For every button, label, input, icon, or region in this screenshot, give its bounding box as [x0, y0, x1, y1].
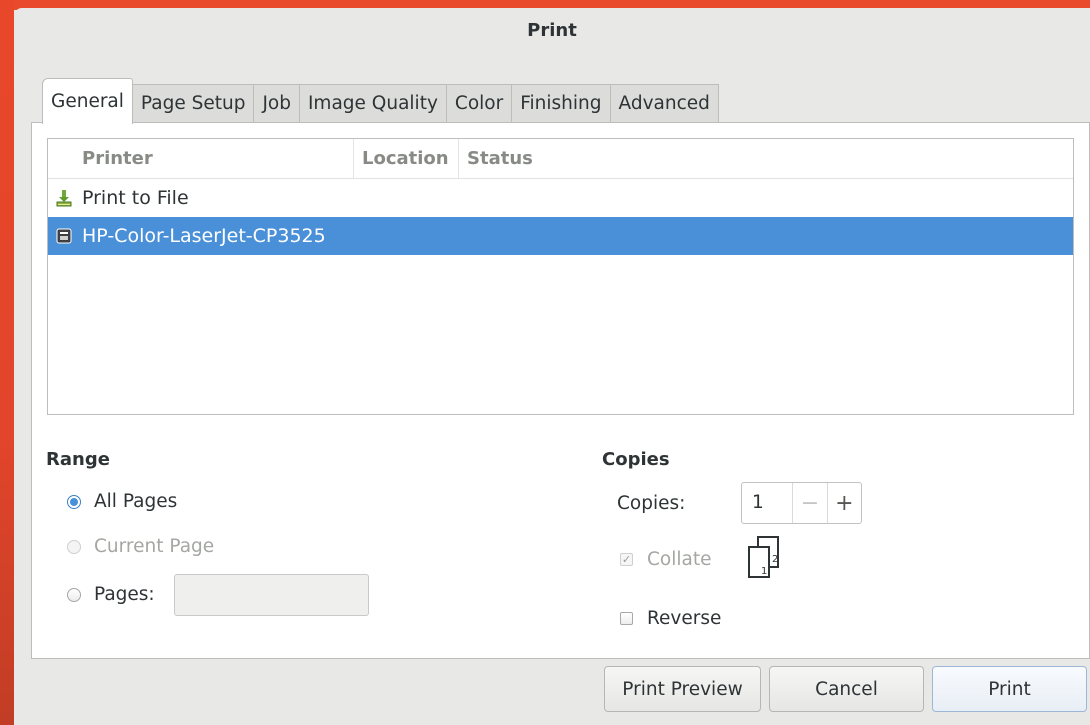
column-header-status[interactable]: Status [459, 139, 1073, 178]
printer-icon [48, 217, 80, 255]
tab-color[interactable]: Color [446, 84, 513, 124]
pages-input[interactable] [174, 574, 369, 616]
copies-label: Copies: [617, 493, 686, 514]
printer-list[interactable]: Printer Location Status Print to File HP… [47, 138, 1074, 415]
reverse-label: Reverse [647, 608, 722, 629]
tab-job[interactable]: Job [254, 84, 300, 124]
radio-button[interactable] [67, 539, 81, 554]
print-to-file-icon [48, 179, 80, 217]
reverse-checkbox-row[interactable]: Reverse [620, 608, 721, 629]
collate-page-1: 1 [761, 566, 767, 577]
collate-icon: 2 1 [747, 535, 787, 584]
tab-general[interactable]: General [42, 78, 133, 124]
printer-list-header: Printer Location Status [48, 139, 1073, 179]
copies-value[interactable]: 1 [742, 483, 792, 523]
column-header-location[interactable]: Location [354, 139, 459, 178]
collate-checkbox[interactable]: ✓ [620, 553, 633, 566]
radio-pages[interactable]: Pages: [67, 584, 155, 605]
cancel-button[interactable]: Cancel [769, 666, 924, 712]
printer-row-hp-color-laserjet[interactable]: HP-Color-LaserJet-CP3525 [48, 217, 1073, 255]
printer-name: HP-Color-LaserJet-CP3525 [82, 225, 326, 247]
radio-label: Pages: [94, 584, 155, 605]
radio-all-pages[interactable]: All Pages [67, 491, 177, 512]
print-button[interactable]: Print [932, 666, 1087, 712]
collate-checkbox-row[interactable]: ✓ Collate [620, 549, 712, 570]
copies-title: Copies [602, 449, 670, 470]
collate-label: Collate [647, 549, 712, 570]
printer-row-print-to-file[interactable]: Print to File [48, 179, 1073, 217]
print-preview-button[interactable]: Print Preview [604, 666, 761, 712]
radio-label: Current Page [94, 536, 215, 557]
tab-finishing[interactable]: Finishing [512, 84, 611, 124]
tab-image-quality[interactable]: Image Quality [299, 84, 447, 124]
copies-spinbutton[interactable]: 1 − + [741, 482, 862, 524]
column-header-printer[interactable]: Printer [74, 139, 354, 178]
tab-advanced[interactable]: Advanced [610, 84, 719, 124]
general-tab-panel: Printer Location Status Print to File HP… [31, 122, 1090, 659]
reverse-checkbox[interactable] [620, 612, 633, 625]
tab-page-setup[interactable]: Page Setup [132, 84, 255, 124]
radio-button-checked[interactable] [67, 494, 81, 509]
radio-current-page[interactable]: Current Page [67, 536, 214, 557]
tab-bar: General Page Setup Job Image Quality Col… [42, 78, 719, 124]
decrement-button[interactable]: − [792, 483, 826, 523]
dialog-title: Print [527, 20, 577, 41]
collate-page-2: 2 [772, 554, 778, 565]
radio-label: All Pages [94, 491, 178, 512]
print-dialog: Print General Page Setup Job Image Quali… [14, 8, 1090, 725]
radio-button[interactable] [67, 587, 81, 602]
printer-name: Print to File [82, 187, 189, 209]
increment-button[interactable]: + [826, 483, 861, 523]
column-header-icon [48, 139, 74, 178]
desktop-background-edge [0, 0, 14, 725]
range-title: Range [46, 449, 110, 470]
